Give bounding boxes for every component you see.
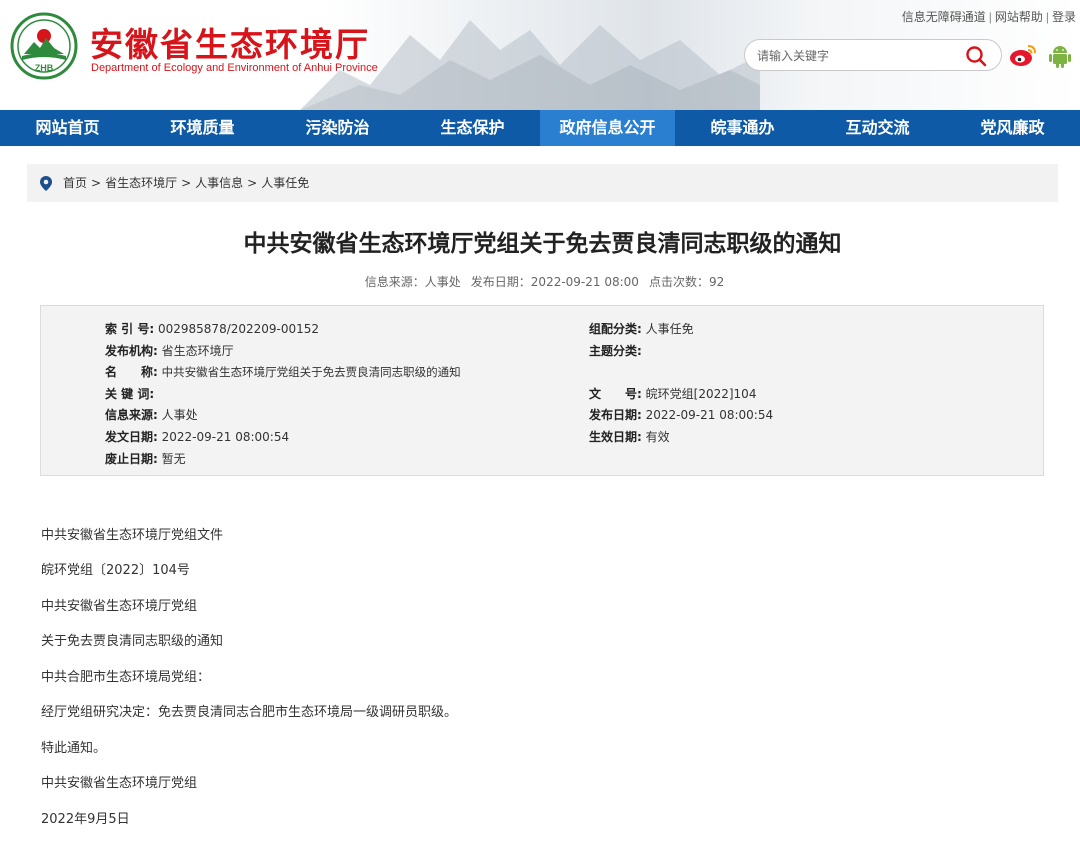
- android-icon[interactable]: [1046, 42, 1074, 70]
- help-link[interactable]: 网站帮助: [995, 10, 1043, 24]
- nav-item-integrity[interactable]: 党风廉政: [945, 110, 1080, 146]
- top-links: 信息无障碍通道 | 网站帮助 | 登录: [901, 10, 1076, 24]
- info-keywords: 关 键 词:: [105, 387, 155, 401]
- site-subtitle: Department of Ecology and Environment of…: [91, 62, 378, 74]
- body-paragraph: 中共安徽省生态环境厅党组: [41, 776, 198, 791]
- meta-date: 发布日期：2022-09-21 08:00: [470, 275, 639, 289]
- info-expiry: 废止日期: 暂无: [105, 452, 186, 466]
- info-effective: 生效日期: 有效: [589, 430, 670, 444]
- nav-item-env-quality[interactable]: 环境质量: [135, 110, 270, 146]
- search-icon[interactable]: [965, 45, 987, 67]
- body-paragraph: 关于免去贾良清同志职级的通知: [41, 634, 224, 649]
- breadcrumb-department[interactable]: 省生态环境厅: [105, 176, 177, 190]
- nav-item-services[interactable]: 皖事通办: [675, 110, 810, 146]
- info-index: 索 引 号: 002985878/202209-00152: [105, 322, 320, 336]
- document-info-box: 索 引 号: 002985878/202209-00152 组配分类: 人事任免…: [40, 305, 1044, 476]
- body-paragraph: 2022年9月5日: [41, 812, 130, 827]
- site-title: 安徽省生态环境厅: [90, 25, 370, 64]
- search-input[interactable]: [757, 46, 957, 66]
- zhb-logo-icon: ZHB: [10, 12, 78, 80]
- article-title: 中共安徽省生态环境厅党组关于免去贾良清同志职级的通知: [243, 231, 842, 257]
- svg-text:ZHB: ZHB: [35, 63, 54, 73]
- main-nav: 网站首页 环境质量 污染防治 生态保护 政府信息公开 皖事通办 互动交流 党风廉…: [0, 110, 1080, 146]
- location-pin-icon: [40, 176, 52, 191]
- body-paragraph: 中共安徽省生态环境厅党组文件: [41, 528, 224, 543]
- breadcrumb-home[interactable]: 首页: [63, 176, 87, 190]
- site-header: ZHB 安徽省生态环境厅 Department of Ecology and E…: [0, 0, 1080, 110]
- meta-views: 点击次数：92: [648, 275, 725, 289]
- meta-source: 信息来源：人事处: [364, 275, 461, 289]
- info-issuedate: 发文日期: 2022-09-21 08:00:54: [105, 430, 290, 444]
- breadcrumb: 首页 > 省生态环境厅 > 人事信息 > 人事任免: [27, 164, 1058, 202]
- info-pubdate: 发布日期: 2022-09-21 08:00:54: [589, 408, 774, 422]
- nav-item-ecology[interactable]: 生态保护: [405, 110, 540, 146]
- breadcrumb-appointments[interactable]: 人事任免: [261, 176, 309, 190]
- info-docno: 文 号: 皖环党组[2022]104: [589, 387, 757, 401]
- weibo-icon[interactable]: [1008, 42, 1038, 68]
- body-paragraph: 特此通知。: [41, 741, 107, 756]
- info-publisher: 发布机构: 省生态环境厅: [105, 344, 234, 358]
- info-category: 组配分类: 人事任免: [589, 322, 694, 336]
- info-name: 名 称: 中共安徽省生态环境厅党组关于免去贾良清同志职级的通知: [105, 365, 461, 379]
- body-paragraph: 中共合肥市生态环境局党组：: [41, 670, 211, 685]
- body-paragraph: 经厅党组研究决定：免去贾良清同志合肥市生态环境局一级调研员职级。: [41, 705, 458, 720]
- breadcrumb-personnel-info[interactable]: 人事信息: [195, 176, 243, 190]
- article-meta: 信息来源：人事处 发布日期：2022-09-21 08:00 点击次数：92: [0, 273, 1080, 290]
- info-source: 信息来源: 人事处: [105, 408, 198, 422]
- accessibility-link[interactable]: 信息无障碍通道: [902, 10, 986, 24]
- info-topic: 主题分类:: [589, 344, 642, 358]
- search-box: [744, 39, 1002, 71]
- nav-item-pollution[interactable]: 污染防治: [270, 110, 405, 146]
- nav-item-gov-info[interactable]: 政府信息公开: [540, 110, 675, 146]
- nav-item-home[interactable]: 网站首页: [0, 110, 135, 146]
- login-link[interactable]: 登录: [1052, 10, 1076, 24]
- body-paragraph: 皖环党组〔2022〕104号: [41, 563, 190, 578]
- body-paragraph: 中共安徽省生态环境厅党组: [41, 599, 198, 614]
- nav-item-interaction[interactable]: 互动交流: [810, 110, 945, 146]
